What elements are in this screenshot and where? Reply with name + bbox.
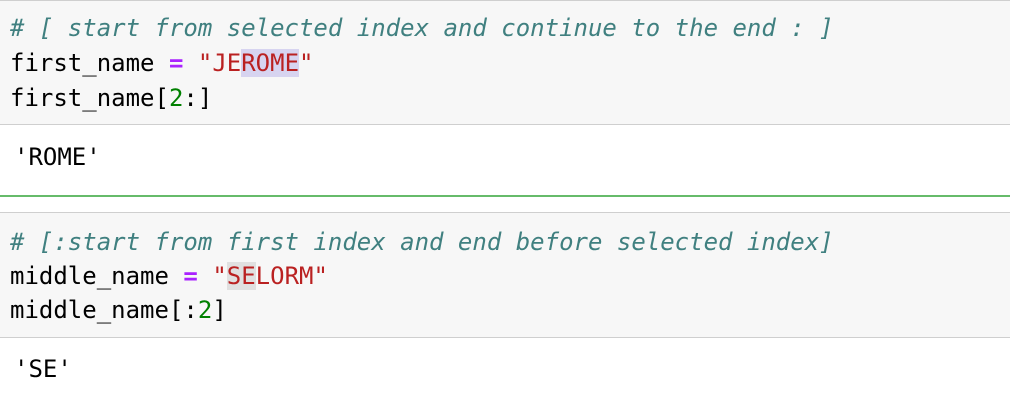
cell-2-slice-line: middle_name[:2] xyxy=(10,293,227,327)
cell-2-assign-var: middle_name xyxy=(10,262,169,290)
cell-1-comment: # [ start from selected index and contin… xyxy=(10,14,834,42)
cell-1-quote-open: " xyxy=(197,49,213,77)
code-cell-1-input[interactable]: # [ start from selected index and contin… xyxy=(0,0,1010,125)
code-cell-2-input[interactable]: # [:start from first index and end befor… xyxy=(0,212,1010,338)
cell-2-assign-op: = xyxy=(183,262,198,290)
cell-2-output: 'SE' xyxy=(14,355,72,383)
cell-2-quote-open: " xyxy=(212,262,227,290)
cell-2-string-highlight: SE xyxy=(226,262,256,290)
cell-1-output: 'ROME' xyxy=(14,143,101,171)
cell-2-slice-open: [: xyxy=(168,296,198,324)
cell-2-slice-close: ] xyxy=(212,296,227,324)
cell-1-string-literal: "JEROME" xyxy=(197,49,314,77)
cell-1-slice-start: 2 xyxy=(168,84,184,112)
cell-1-quote-close: " xyxy=(299,49,314,77)
cell-1-assign-var: first_name xyxy=(10,49,155,77)
cell-1-assign-line: first_name = "JEROME" xyxy=(10,46,313,80)
cell-2-string-literal: "SELORM" xyxy=(212,262,328,290)
cell-1-string-highlight: ROME xyxy=(241,49,300,77)
cell-1-slice-var: first_name xyxy=(10,84,155,112)
cell-2-assign-line: middle_name = "SELORM" xyxy=(10,259,328,293)
cell-2-string-suffix: LORM xyxy=(255,262,314,290)
cell-2-quote-close: " xyxy=(313,262,328,290)
cell-1-assign-op: = xyxy=(168,49,184,77)
cell-1-slice-line: first_name[2:] xyxy=(10,81,212,115)
cell-1-slice-rest: :] xyxy=(183,84,213,112)
cell-separator xyxy=(0,195,1010,197)
cell-2-slice-end: 2 xyxy=(197,296,213,324)
cell-2-comment: # [:start from first index and end befor… xyxy=(10,228,834,256)
cell-1-string-prefix: JE xyxy=(212,49,242,77)
cell-2-slice-var: middle_name xyxy=(10,296,169,324)
cell-1-slice-open: [ xyxy=(154,84,169,112)
